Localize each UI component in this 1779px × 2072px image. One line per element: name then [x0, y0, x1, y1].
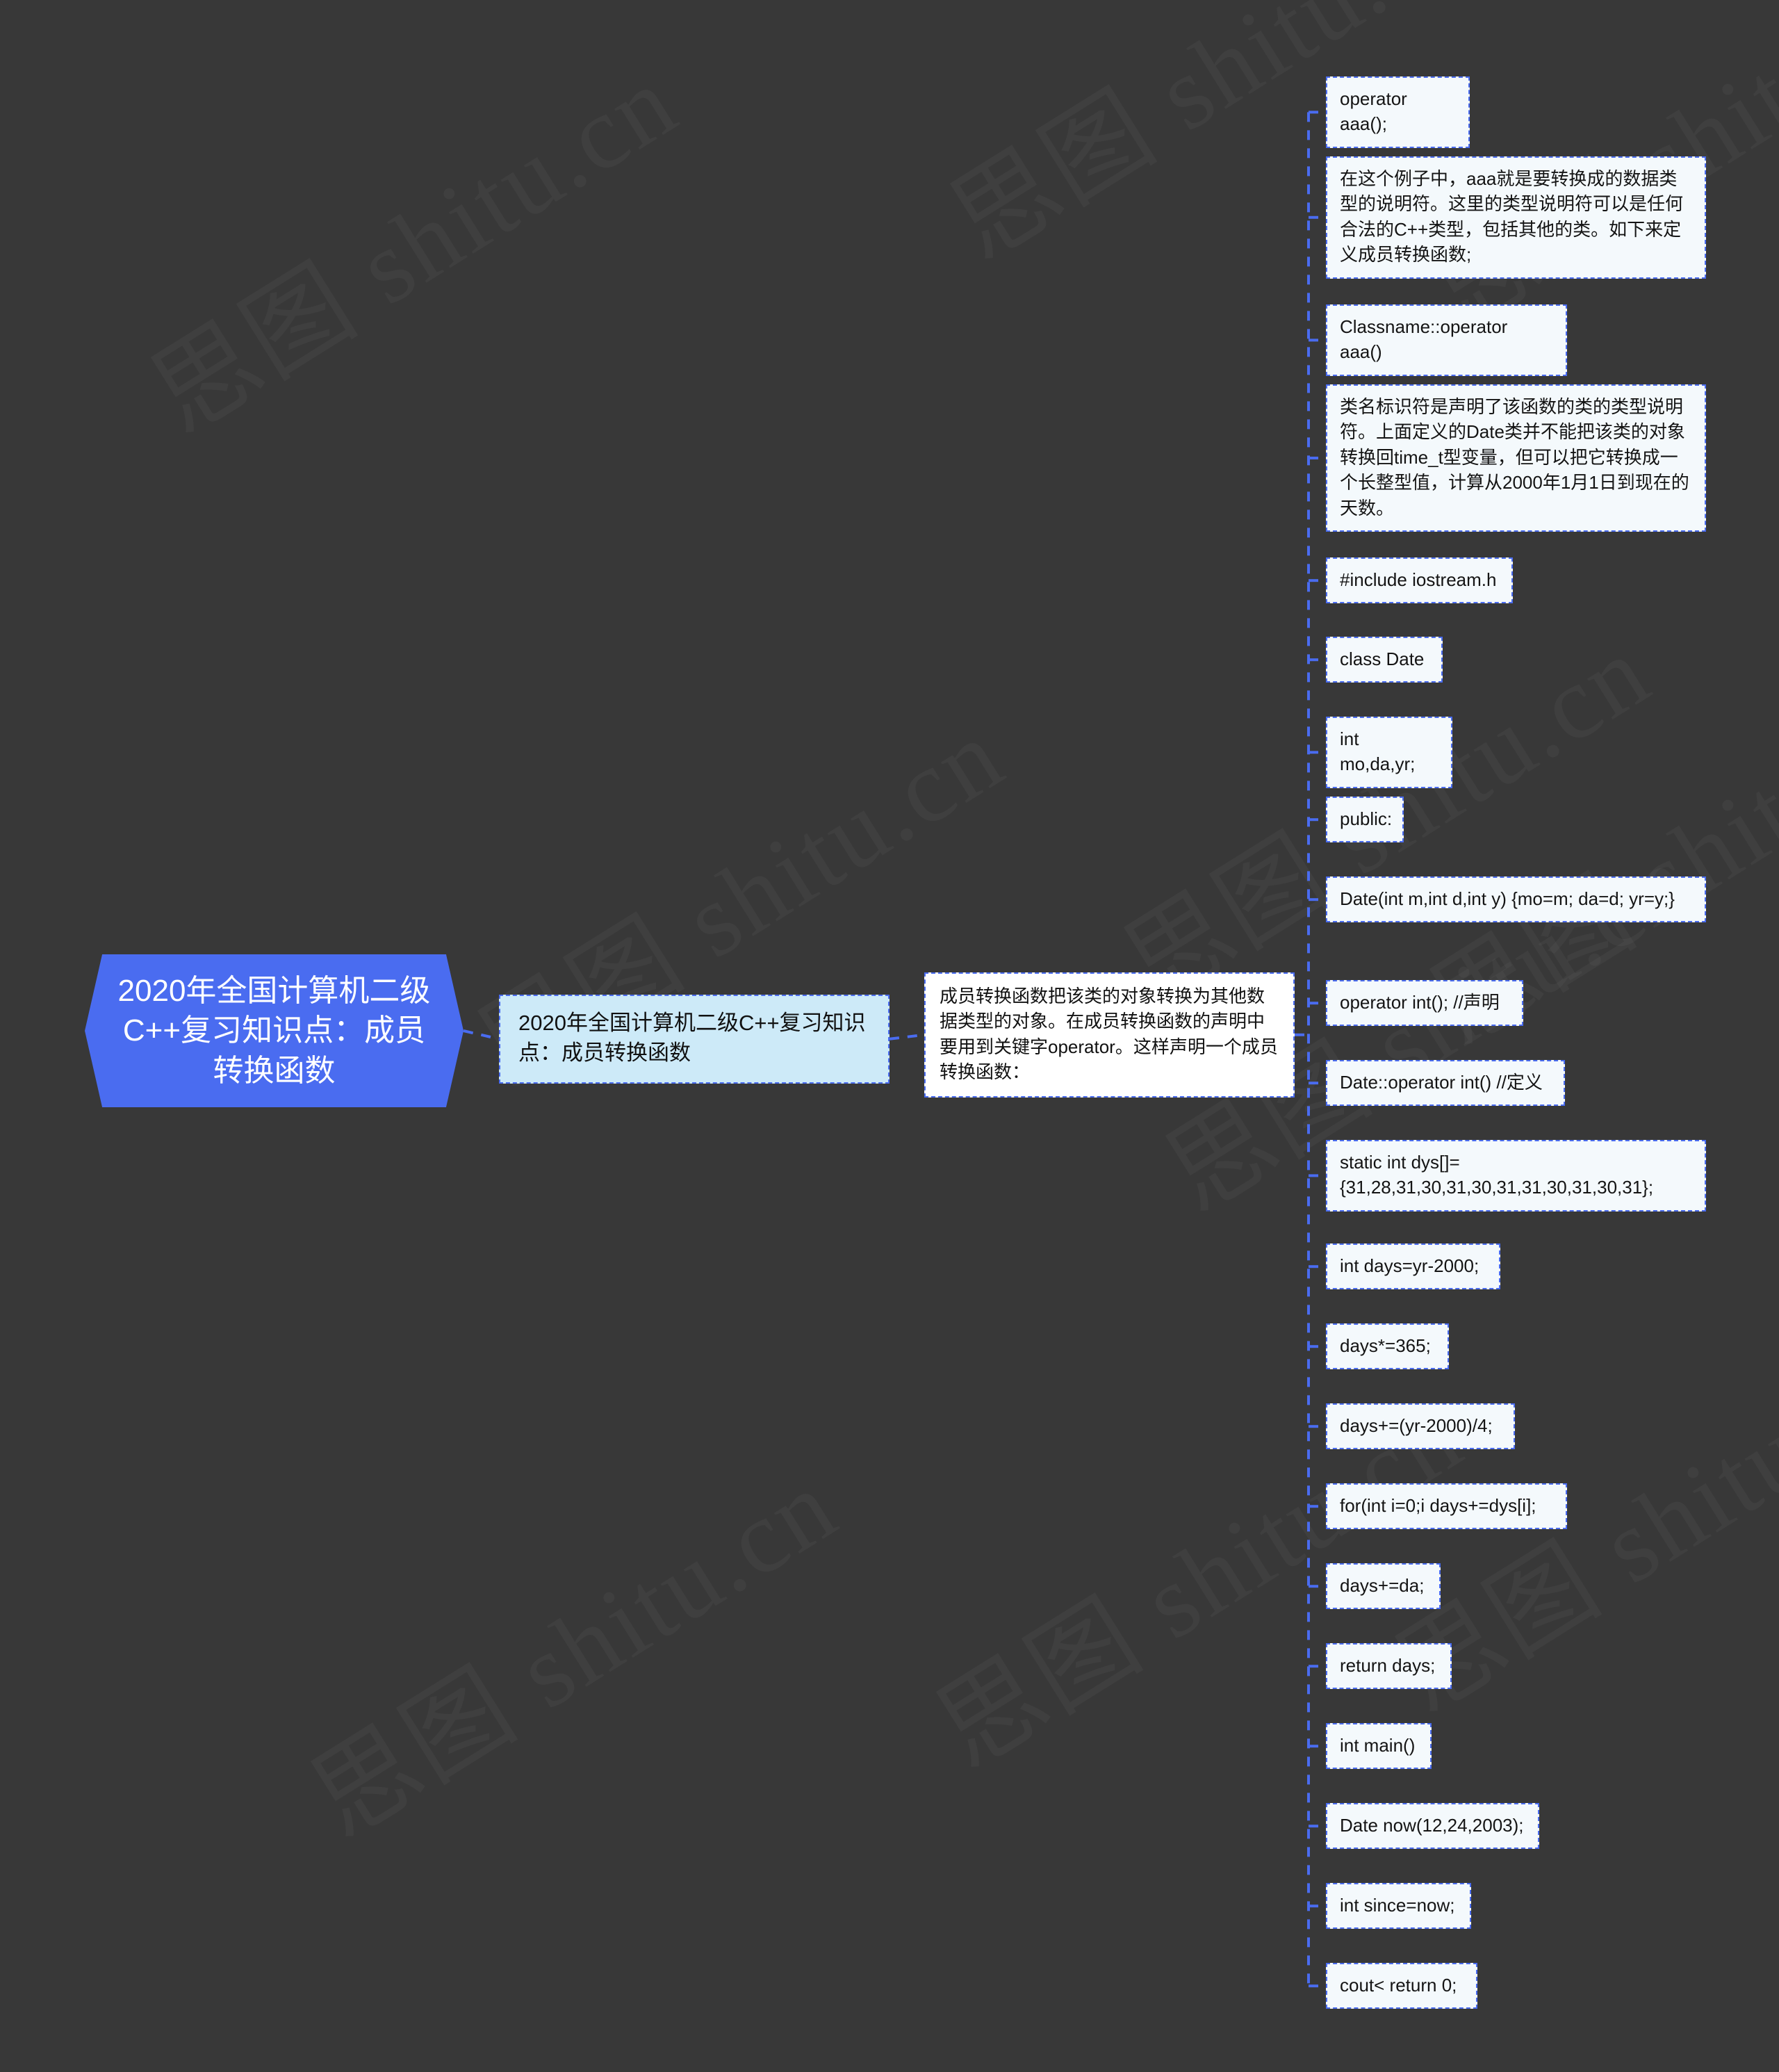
- leaf-node-label: Date::operator int() //定义: [1340, 1072, 1543, 1093]
- leaf-node[interactable]: days+=da;: [1326, 1563, 1441, 1610]
- leaf-node[interactable]: static int dys[]={31,28,31,30,31,30,31,3…: [1326, 1140, 1706, 1212]
- leaf-node[interactable]: int days=yr-2000;: [1326, 1243, 1500, 1290]
- leaf-node-label: days+=da;: [1340, 1575, 1425, 1596]
- leaf-node-label: #include iostream.h: [1340, 569, 1497, 590]
- leaf-node[interactable]: #include iostream.h: [1326, 557, 1513, 604]
- leaf-node[interactable]: return days;: [1326, 1643, 1452, 1690]
- mindmap-canvas: 2020年全国计算机二级C++复习知识点：成员转换函数 2020年全国计算机二级…: [0, 0, 1779, 2072]
- leaf-node-label: 类名标识符是声明了该函数的类的类型说明符。上面定义的Date类并不能把该类的对象…: [1340, 396, 1689, 519]
- leaf-node-label: return days;: [1340, 1655, 1436, 1676]
- topic-node[interactable]: 成员转换函数把该类的对象转换为其他数据类型的对象。在成员转换函数的声明中要用到关…: [924, 972, 1295, 1098]
- leaf-node[interactable]: days+=(yr-2000)/4;: [1326, 1403, 1515, 1450]
- leaf-node[interactable]: cout< return 0;: [1326, 1963, 1477, 2009]
- root-node[interactable]: 2020年全国计算机二级C++复习知识点：成员转换函数: [85, 954, 464, 1107]
- leaf-node[interactable]: int main(): [1326, 1723, 1432, 1770]
- leaf-node-label: int mo,da,yr;: [1340, 728, 1416, 775]
- leaf-node[interactable]: operator int(); //声明: [1326, 980, 1523, 1027]
- leaf-node-label: operator aaa();: [1340, 88, 1413, 135]
- leaf-node[interactable]: Date now(12,24,2003);: [1326, 1803, 1539, 1850]
- leaf-node[interactable]: days*=365;: [1326, 1323, 1449, 1370]
- leaf-node-label: cout< return 0;: [1340, 1975, 1457, 1996]
- leaf-node-label: static int dys[]={31,28,31,30,31,30,31,3…: [1340, 1152, 1654, 1198]
- leaf-node[interactable]: int since=now;: [1326, 1883, 1471, 1930]
- leaf-node[interactable]: Date(int m,int d,int y) {mo=m; da=d; yr=…: [1326, 876, 1706, 923]
- leaf-node[interactable]: int mo,da,yr;: [1326, 717, 1452, 788]
- leaf-node-label: int main(): [1340, 1735, 1416, 1756]
- connector-root-branch: [463, 1029, 500, 1041]
- topic-node-label: 成员转换函数把该类的对象转换为其他数据类型的对象。在成员转换函数的声明中要用到关…: [940, 986, 1278, 1083]
- leaf-node-label: class Date: [1340, 648, 1425, 669]
- leaf-node-label: days*=365;: [1340, 1335, 1431, 1356]
- leaf-node[interactable]: class Date: [1326, 637, 1443, 683]
- root-node-label: 2020年全国计算机二级C++复习知识点：成员转换函数: [117, 974, 431, 1088]
- leaf-node[interactable]: Classname::operator aaa(): [1326, 304, 1567, 376]
- leaf-node[interactable]: operator aaa();: [1326, 76, 1470, 148]
- leaf-node-label: int days=yr-2000;: [1340, 1255, 1479, 1276]
- branch-node-label: 2020年全国计算机二级C++复习知识点：成员转换函数: [518, 1011, 866, 1065]
- leaf-node[interactable]: 类名标识符是声明了该函数的类的类型说明符。上面定义的Date类并不能把该类的对象…: [1326, 384, 1706, 532]
- leaf-node-label: public:: [1340, 808, 1393, 829]
- leaf-node-label: Date now(12,24,2003);: [1340, 1815, 1524, 1836]
- connector-branch-topic: [889, 1033, 925, 1041]
- leaf-node[interactable]: for(int i=0;i days+=dys[i];: [1326, 1483, 1567, 1530]
- leaf-node-label: days+=(yr-2000)/4;: [1340, 1415, 1493, 1436]
- branch-node[interactable]: 2020年全国计算机二级C++复习知识点：成员转换函数: [499, 995, 890, 1084]
- leaf-node[interactable]: 在这个例子中，aaa就是要转换成的数据类型的说明符。这里的类型说明符可以是任何合…: [1326, 156, 1706, 279]
- leaf-node[interactable]: Date::operator int() //定义: [1326, 1060, 1565, 1107]
- leaf-node-label: 在这个例子中，aaa就是要转换成的数据类型的说明符。这里的类型说明符可以是任何合…: [1340, 168, 1684, 266]
- leaf-node-label: operator int(); //声明: [1340, 992, 1500, 1013]
- leaf-node-label: Date(int m,int d,int y) {mo=m; da=d; yr=…: [1340, 888, 1675, 909]
- leaf-node-label: Classname::operator aaa(): [1340, 316, 1513, 363]
- leaf-node[interactable]: public:: [1326, 797, 1404, 843]
- leaf-node-label: int since=now;: [1340, 1895, 1455, 1916]
- leaf-node-label: for(int i=0;i days+=dys[i];: [1340, 1495, 1536, 1516]
